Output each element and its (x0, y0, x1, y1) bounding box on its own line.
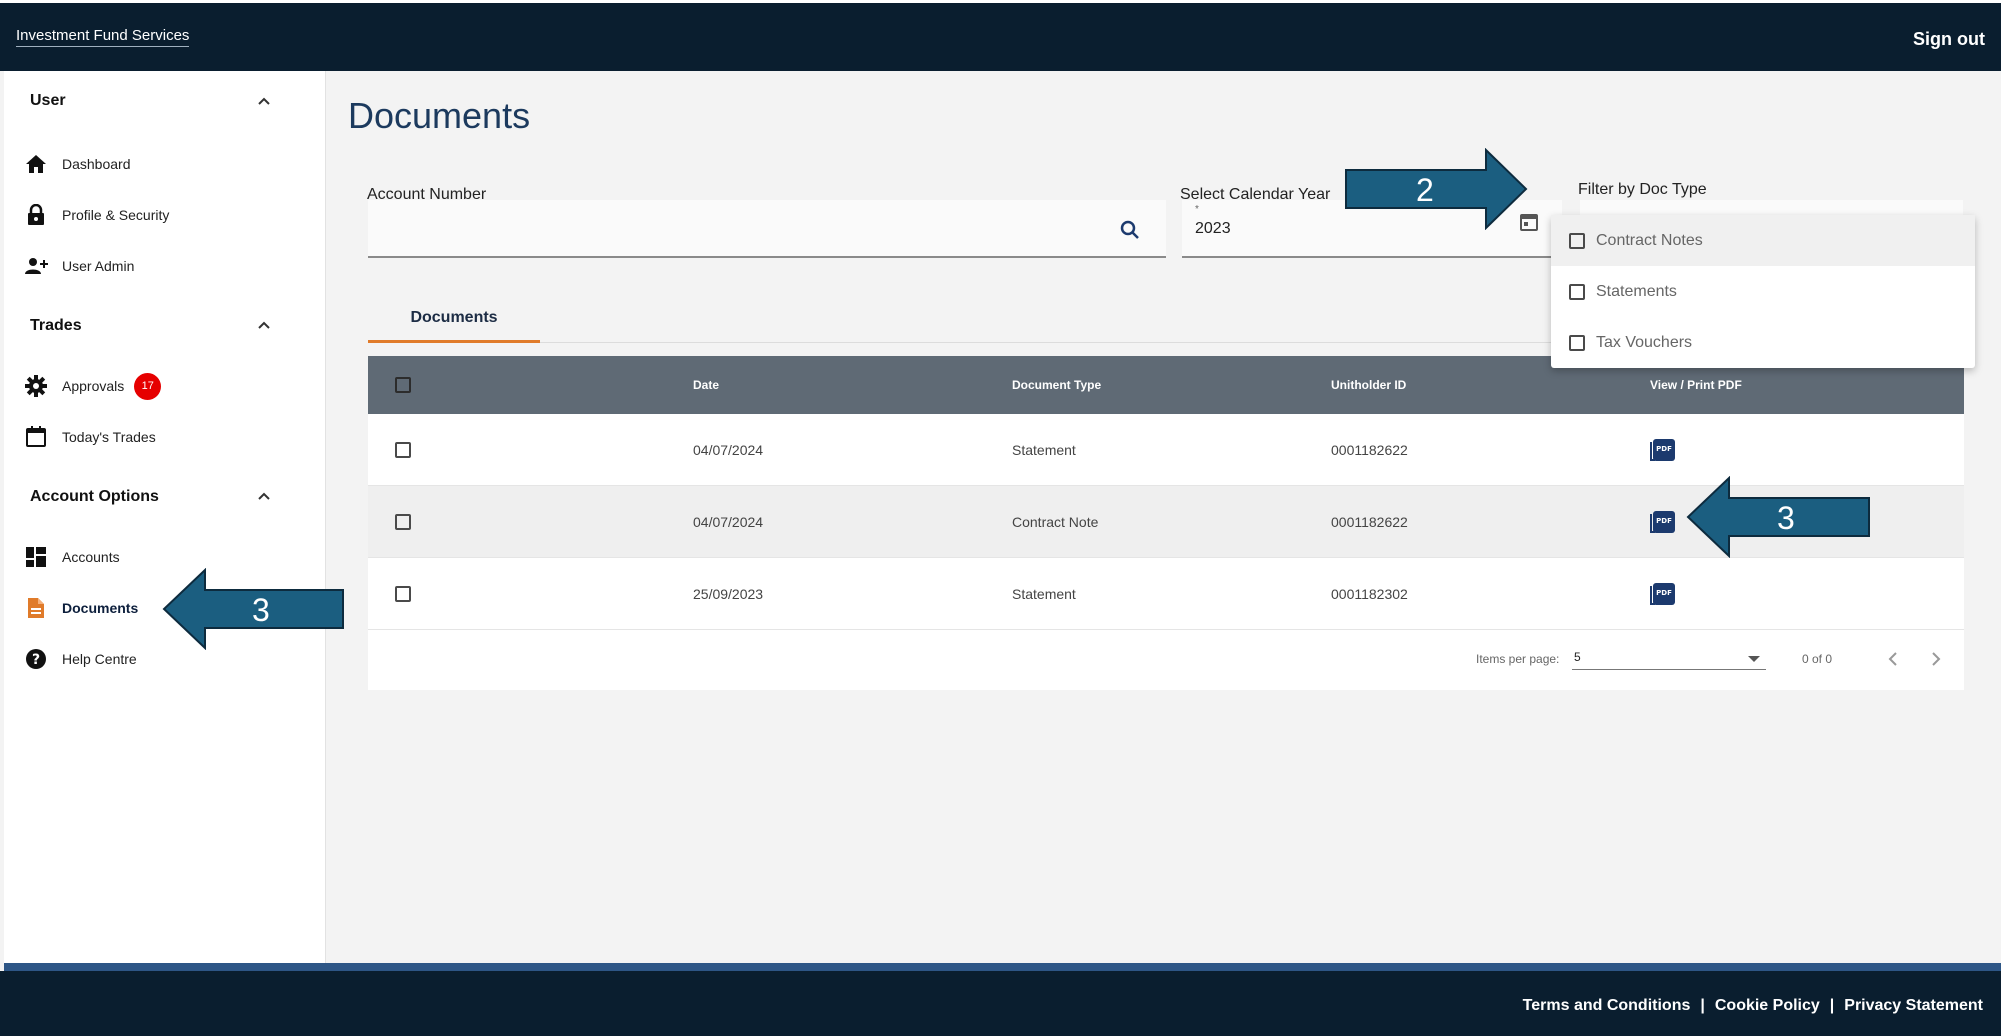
sidebar-item-approvals[interactable]: Approvals 17 (22, 367, 290, 405)
chevron-left-icon (1888, 652, 1897, 666)
paginator: Items per page: 5 0 of 0 (368, 630, 1964, 690)
sidebar-section-account-options[interactable]: Account Options (30, 488, 159, 506)
chevron-right-icon (1932, 652, 1941, 666)
row-checkbox[interactable] (395, 585, 411, 602)
pdf-icon-text: PDF (1656, 588, 1672, 597)
row-document-type: Statement (1012, 585, 1076, 602)
sign-out-button[interactable]: Sign out (1913, 29, 1985, 50)
sidebar-item-todays-trades[interactable]: Today's Trades (22, 418, 290, 456)
previous-page-button[interactable] (1878, 644, 1908, 674)
sidebar-item-profile-security[interactable]: Profile & Security (22, 196, 290, 234)
brand-logo[interactable]: Investment Fund Services (16, 27, 190, 47)
items-per-page-select[interactable]: 5 (1572, 646, 1766, 670)
row-document-type: Contract Note (1012, 513, 1099, 530)
option-label: Contract Notes (1596, 231, 1703, 249)
sidebar-item-label: Profile & Security (62, 207, 170, 223)
svg-text:?: ? (32, 652, 40, 668)
row-date: 25/09/2023 (693, 585, 764, 602)
option-statements[interactable]: Statements (1551, 266, 1975, 317)
add-user-icon (22, 252, 50, 280)
chevron-up-icon[interactable] (254, 488, 274, 506)
dropdown-caret-icon (1748, 656, 1760, 662)
sidebar-item-label: Dashboard (62, 156, 131, 172)
option-label: Tax Vouchers (1596, 333, 1693, 351)
row-document-type: Statement (1012, 441, 1076, 458)
dashboard-grid-icon (22, 543, 50, 571)
page-title: Documents (348, 95, 531, 136)
row-checkbox[interactable] (395, 513, 411, 530)
header-unitholder-id[interactable]: Unitholder ID (1331, 356, 1406, 414)
footer-links: Terms and Conditions | Cookie Policy | P… (1523, 997, 1983, 1015)
row-date: 04/07/2024 (693, 513, 764, 530)
footer-stripe (4, 963, 2001, 971)
select-all-checkbox[interactable] (395, 377, 411, 393)
annotation-arrow-right (1345, 148, 1528, 230)
row-unitholder-id: 0001182622 (1331, 513, 1408, 530)
row-checkbox[interactable] (395, 441, 411, 458)
pdf-icon-text: PDF (1656, 516, 1672, 525)
sidebar-item-label: Today's Trades (62, 429, 156, 445)
footer-separator: | (1829, 997, 1835, 1014)
sidebar-item-label: Help Centre (62, 651, 137, 667)
pdf-icon[interactable]: PDF (1650, 582, 1675, 605)
gear-icon (22, 372, 50, 400)
next-page-button[interactable] (1921, 644, 1951, 674)
sidebar-item-dashboard[interactable]: Dashboard (22, 145, 290, 183)
items-per-page-label: Items per page: (1476, 652, 1560, 666)
pdf-icon-text: PDF (1656, 444, 1672, 453)
items-per-page-value: 5 (1574, 650, 1581, 664)
search-icon[interactable] (1118, 218, 1142, 242)
account-number-input[interactable] (368, 200, 1166, 258)
sidebar-section-user[interactable]: User (30, 92, 66, 110)
option-checkbox[interactable] (1569, 334, 1585, 351)
sidebar-item-label: Documents (62, 600, 139, 616)
option-label: Statements (1596, 282, 1677, 300)
sidebar: User Dashboard Profile & Security User A… (4, 71, 326, 965)
header-document-type[interactable]: Document Type (1012, 356, 1101, 414)
doc-type-dropdown: Contract Notes Statements Tax Vouchers (1551, 215, 1975, 368)
tab-documents[interactable]: Documents (368, 295, 540, 343)
option-contract-notes[interactable]: Contract Notes (1551, 215, 1975, 266)
top-header: Investment Fund Services Sign out (0, 0, 2001, 71)
chevron-up-icon[interactable] (254, 93, 274, 111)
sidebar-item-label: Accounts (62, 549, 120, 565)
privacy-statement-link[interactable]: Privacy Statement (1844, 997, 1983, 1015)
annotation-number: 3 (252, 592, 270, 628)
doc-type-label: Filter by Doc Type (1578, 181, 1707, 198)
table-row[interactable]: 25/09/2023 Statement 0001182302 PDF (368, 558, 1964, 630)
option-checkbox[interactable] (1569, 232, 1585, 249)
pdf-icon[interactable]: PDF (1650, 510, 1675, 533)
header-date[interactable]: Date (693, 356, 719, 414)
footer-separator: | (1700, 997, 1705, 1014)
page-range: 0 of 0 (1802, 652, 1833, 666)
sidebar-item-user-admin[interactable]: User Admin (22, 247, 290, 285)
home-icon (22, 150, 50, 178)
document-icon (22, 594, 50, 622)
footer: Terms and Conditions | Cookie Policy | P… (0, 971, 2001, 1036)
cookie-policy-link[interactable]: Cookie Policy (1715, 997, 1820, 1015)
pdf-icon[interactable]: PDF (1650, 438, 1675, 461)
required-marker: * (1195, 204, 1199, 215)
annotation-number: 3 (1777, 500, 1795, 536)
calendar-icon (22, 423, 50, 451)
sidebar-item-label: Approvals (62, 378, 125, 394)
approvals-count-badge: 17 (134, 372, 162, 400)
option-checkbox[interactable] (1569, 283, 1585, 300)
terms-link[interactable]: Terms and Conditions (1523, 997, 1691, 1015)
calendar-year-value: 2023 (1195, 220, 1231, 237)
sidebar-item-label: User Admin (62, 258, 135, 274)
lock-icon (22, 201, 50, 229)
row-date: 04/07/2024 (693, 441, 764, 458)
annotation-number: 2 (1416, 172, 1434, 208)
chevron-up-icon[interactable] (254, 317, 274, 335)
row-unitholder-id: 0001182622 (1331, 441, 1408, 458)
option-tax-vouchers[interactable]: Tax Vouchers (1551, 317, 1975, 368)
help-icon: ? (22, 645, 50, 673)
row-unitholder-id: 0001182302 (1331, 585, 1408, 602)
sidebar-section-trades[interactable]: Trades (30, 317, 82, 335)
